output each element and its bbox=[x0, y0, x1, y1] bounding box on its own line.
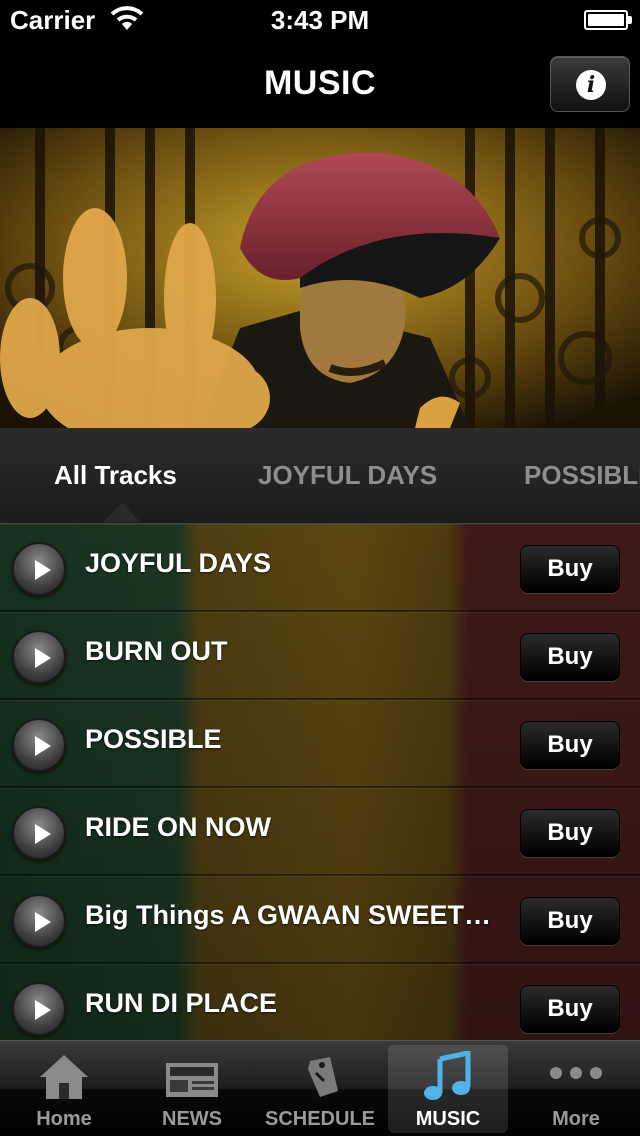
play-icon bbox=[35, 648, 51, 668]
track-title: RUN DI PLACE bbox=[85, 988, 278, 1018]
status-bar: Carrier 3:43 PM bbox=[0, 0, 640, 40]
battery-icon bbox=[584, 10, 632, 30]
play-icon bbox=[35, 824, 51, 844]
buy-button[interactable]: Buy bbox=[520, 721, 620, 769]
tab-home[interactable]: Home bbox=[0, 1041, 128, 1136]
nav-bar: MUSIC i bbox=[0, 40, 640, 128]
play-icon bbox=[35, 560, 51, 580]
tab-all-tracks[interactable]: All Tracks bbox=[54, 460, 177, 491]
track-row: POSSIBLE Buy bbox=[0, 700, 640, 788]
play-button[interactable] bbox=[12, 542, 66, 596]
tab-schedule-label: SCHEDULE bbox=[264, 1108, 375, 1130]
tab-possible[interactable]: POSSIBLE bbox=[524, 460, 640, 491]
tab-music[interactable]: MUSIC bbox=[388, 1045, 508, 1133]
selected-tab-indicator bbox=[104, 502, 140, 522]
tag-icon bbox=[308, 1057, 338, 1097]
page-title: MUSIC bbox=[263, 64, 377, 102]
track-row: RUN DI PLACE Buy bbox=[0, 964, 640, 1040]
track-title: BURN OUT bbox=[85, 636, 228, 666]
buy-button[interactable]: Buy bbox=[520, 545, 620, 593]
track-title: POSSIBLE bbox=[85, 724, 222, 754]
info-icon: i bbox=[576, 70, 606, 100]
track-row: RIDE ON NOW Buy bbox=[0, 788, 640, 876]
buy-button[interactable]: Buy bbox=[520, 897, 620, 945]
info-button[interactable]: i bbox=[550, 56, 630, 112]
artist-hero-image bbox=[0, 128, 640, 428]
track-row: JOYFUL DAYS Buy bbox=[0, 524, 640, 612]
tab-home-label: Home bbox=[36, 1108, 92, 1130]
track-row: BURN OUT Buy bbox=[0, 612, 640, 700]
bottom-tab-bar: Home NEWS SCHEDULE MUSIC More bbox=[0, 1040, 640, 1136]
track-list: JOYFUL DAYS Buy BURN OUT Buy POSSIBLE Bu… bbox=[0, 524, 640, 1040]
tab-music-label: MUSIC bbox=[415, 1108, 481, 1130]
play-icon bbox=[35, 912, 51, 932]
status-time: 3:43 PM bbox=[270, 5, 370, 35]
play-button[interactable] bbox=[12, 630, 66, 684]
play-button[interactable] bbox=[12, 894, 66, 948]
tab-news-label: NEWS bbox=[162, 1108, 222, 1130]
track-title: JOYFUL DAYS bbox=[85, 548, 272, 578]
buy-button[interactable]: Buy bbox=[520, 633, 620, 681]
newspaper-icon bbox=[166, 1063, 218, 1097]
tab-more-label: More bbox=[552, 1108, 600, 1130]
tab-news[interactable]: NEWS bbox=[128, 1041, 256, 1136]
buy-button[interactable]: Buy bbox=[520, 809, 620, 857]
tab-more[interactable]: More bbox=[512, 1041, 640, 1136]
album-tab-strip: All Tracks JOYFUL DAYS POSSIBLE bbox=[0, 428, 640, 524]
play-button[interactable] bbox=[12, 806, 66, 860]
more-dots-icon bbox=[550, 1067, 602, 1079]
play-button[interactable] bbox=[12, 718, 66, 772]
artist-photo-illustration bbox=[0, 128, 640, 428]
tab-schedule[interactable]: SCHEDULE bbox=[256, 1041, 384, 1136]
home-icon bbox=[40, 1055, 88, 1099]
buy-button[interactable]: Buy bbox=[520, 985, 620, 1033]
play-icon bbox=[35, 736, 51, 756]
track-title: Big Things A GWAAN SWEET… bbox=[85, 900, 491, 930]
track-row: Big Things A GWAAN SWEET… Buy bbox=[0, 876, 640, 964]
play-icon bbox=[35, 1000, 51, 1020]
music-note-icon bbox=[424, 1051, 471, 1100]
tab-joyful-days[interactable]: JOYFUL DAYS bbox=[258, 460, 437, 491]
track-title: RIDE ON NOW bbox=[85, 812, 271, 842]
play-button[interactable] bbox=[12, 982, 66, 1036]
